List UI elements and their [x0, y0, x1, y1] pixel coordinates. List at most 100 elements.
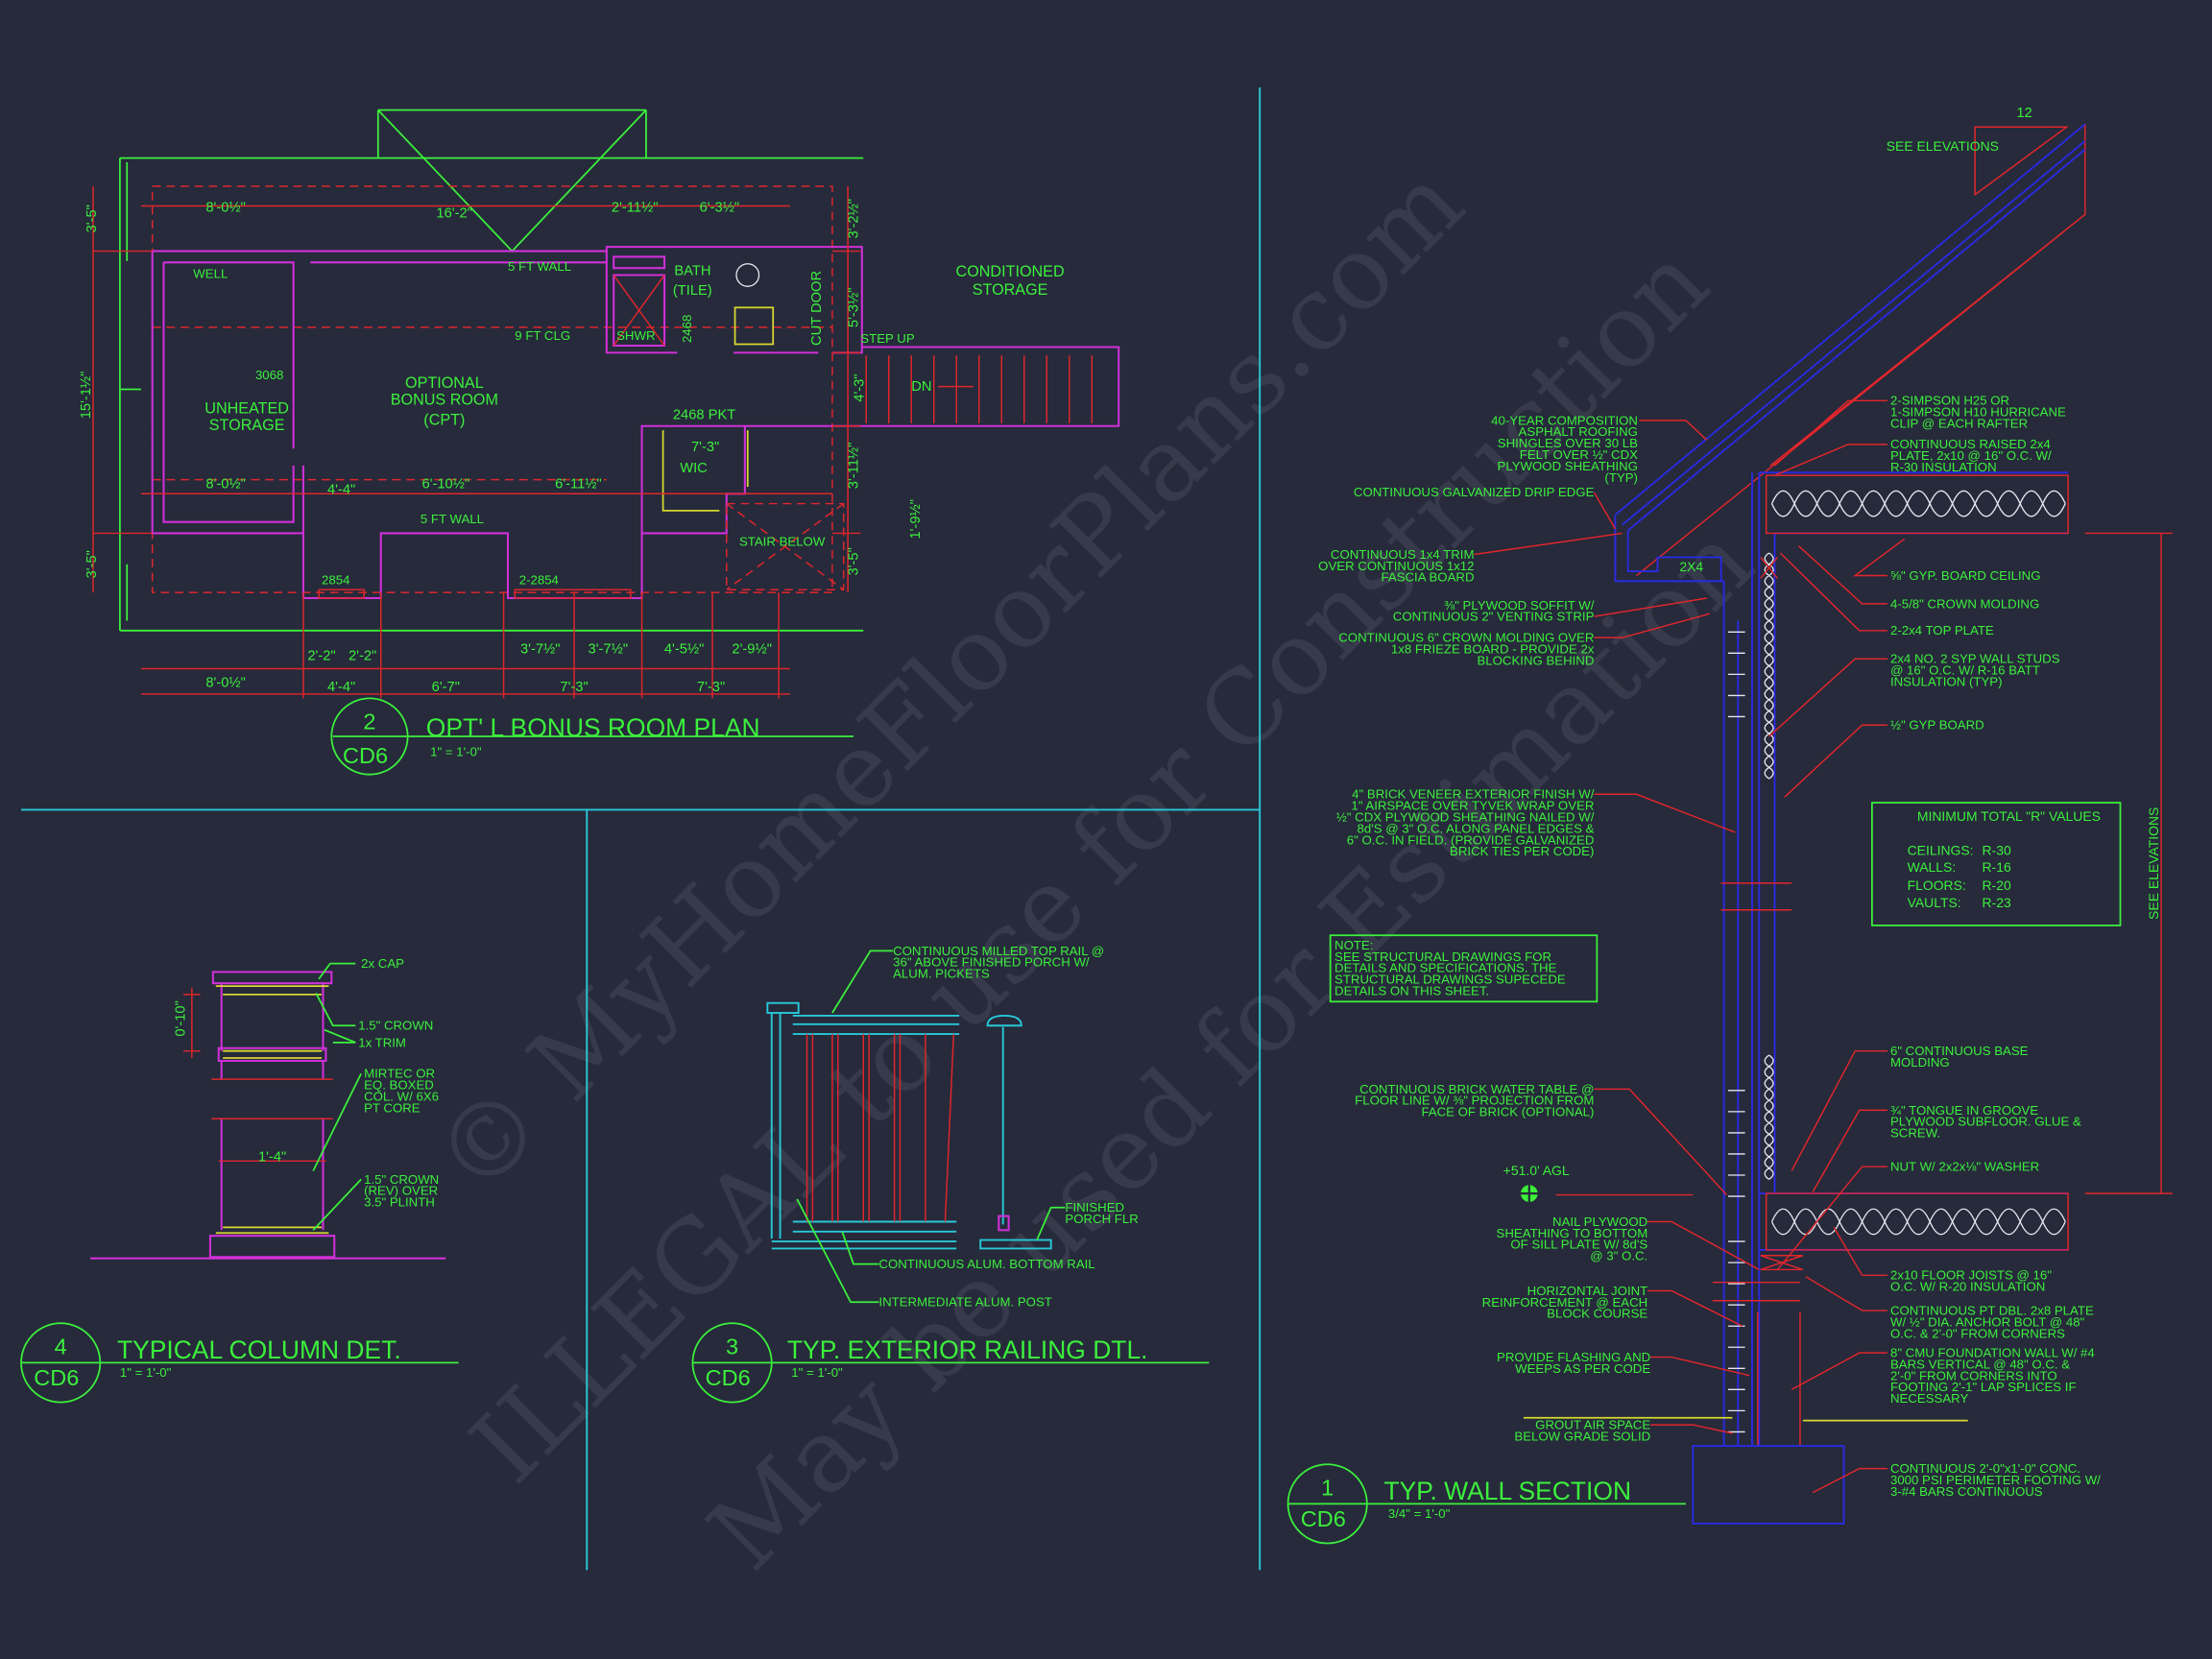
- label-right-nut: NUT W/ 2x2x⅛" WASHER: [1890, 1160, 2039, 1174]
- label-dimensions-0: 8'-0½": [205, 200, 246, 215]
- label-rooms-bonus-room: BONUS ROOM: [391, 392, 498, 409]
- label-labels-cap: 2x CAP: [361, 956, 404, 971]
- label-rooms-unheated: UNHEATED: [204, 400, 289, 418]
- label-dimensions-11: 3'-7½": [589, 641, 628, 657]
- label-left-flashing-line: WEEPS AS PER CODE: [1515, 1361, 1650, 1376]
- ceiling-insulation: [1770, 490, 2066, 517]
- label-left-soffit-line: CONTINUOUS 2" VENTING STRIP: [1393, 610, 1595, 624]
- label-1-0: WALLS:: [1908, 859, 1957, 875]
- label-left-nail-line: @ 3" O.C.: [1590, 1249, 1647, 1263]
- label-dimensions-10: 3'-7½": [520, 641, 561, 657]
- label-rooms-storage: STORAGE: [209, 417, 285, 434]
- label-vertical-dimensions-7: 3'-5": [846, 547, 861, 575]
- column-scale: 1" = 1'-0": [120, 1365, 172, 1380]
- wall-section-scale: 3/4" = 1'-0": [1388, 1506, 1451, 1521]
- plan-callout-number: 2: [363, 709, 375, 734]
- wall-insulation: [1764, 552, 1774, 1180]
- label-left-grout-line: BELOW GRADE SOLID: [1514, 1429, 1650, 1443]
- label-right-joists-line: O.C. W/ R-20 INSULATION: [1890, 1280, 2045, 1294]
- label-rooms-pkt: 2468 PKT: [673, 407, 735, 422]
- label-dimensions-3: 6'-3½": [700, 200, 740, 215]
- label-dimensions-5: 4'-4": [327, 482, 355, 497]
- label-rooms-door-3068: 3068: [255, 368, 283, 382]
- label-dimensions-17: 7'-3": [560, 680, 588, 695]
- label-dimensions-4: 8'-0½": [205, 476, 246, 492]
- label-dimensions-18: 7'-3": [697, 680, 725, 695]
- floor-insulation: [1770, 1208, 2066, 1236]
- label-right-top-plate: 2-2x4 TOP PLATE: [1890, 623, 1994, 637]
- label-rooms-conditioned-storage: STORAGE: [973, 281, 1048, 299]
- label-dimensions-7: 6'-11½": [555, 476, 602, 492]
- railing-callout-number: 3: [726, 1334, 738, 1359]
- label-left-water-table-line: FACE OF BRICK (OPTIONAL): [1421, 1105, 1594, 1119]
- label-vertical-dimensions-5: 4'-3": [852, 373, 867, 401]
- label-labels-boxed-line: PT CORE: [364, 1100, 421, 1115]
- label-rooms-conditioned: CONDITIONED: [956, 263, 1065, 280]
- plan-callout-sheet: CD6: [343, 743, 388, 768]
- label-dimensions-14: 8'-0½": [205, 676, 246, 691]
- label-vertical-dimensions-4: 5'-3½": [846, 288, 861, 327]
- label-right-gyp-ceiling: ⅝" GYP. BOARD CEILING: [1890, 568, 2041, 583]
- label-right-studs-line: INSULATION (TYP): [1890, 674, 2003, 688]
- plan-scale: 1" = 1'-0": [430, 745, 482, 759]
- label-2-0: FLOORS:: [1908, 878, 1966, 893]
- label-rooms-five-ft-wall-top: 5 FT WALL: [508, 259, 571, 274]
- label-r-values-title: MINIMUM TOTAL "R" VALUES: [1917, 808, 2101, 824]
- label-dimensions-15: 4'-4": [327, 680, 355, 695]
- label-rooms-five-ft-wall-bottom: 5 FT WALL: [421, 512, 484, 526]
- label-dimensions-16: 6'-7": [432, 680, 460, 695]
- label-labels-crown: 1.5" CROWN: [358, 1019, 433, 1033]
- column-title: TYPICAL COLUMN DET.: [117, 1335, 401, 1364]
- label-vertical-dimensions-6: 3'-11½": [846, 443, 861, 490]
- label-0-1: R-30: [1982, 842, 2010, 857]
- label-wall-section-pitch: 12: [2016, 106, 2032, 121]
- label-labels-bottom-rail: CONTINUOUS ALUM. BOTTOM RAIL: [878, 1257, 1094, 1271]
- label-wall-section-note-line: DETAILS ON THIS SHEET.: [1334, 984, 1489, 998]
- plan-title: OPT' L BONUS ROOM PLAN: [426, 713, 760, 742]
- wall-callout-number: 1: [1321, 1476, 1334, 1501]
- label-rooms-step-up: STEP UP: [860, 331, 915, 346]
- label-right-raised-line: R-30 INSULATION: [1890, 460, 1997, 474]
- label-right-footing-line: 3-#4 BARS CONTINUOUS: [1890, 1484, 2043, 1499]
- label-rooms-cut-door: CUT DOOR: [809, 271, 825, 346]
- label-rooms-shwr: SHWR: [616, 328, 655, 343]
- label-labels-porch-flr-line: PORCH FLR: [1065, 1212, 1138, 1226]
- label-vertical-dimensions-8: 1'-9½": [908, 499, 924, 540]
- label-dimensions-13: 2'-9½": [732, 641, 772, 657]
- label-2-1: R-20: [1982, 878, 2010, 893]
- label-dimensions-1: 16'-2": [436, 205, 471, 221]
- label-left-fascia-line: FASCIA BOARD: [1382, 570, 1475, 585]
- label-vertical-dimensions-1: 15'-1½": [79, 372, 94, 420]
- railing-scale: 1" = 1'-0": [791, 1365, 843, 1380]
- column-callout-sheet: CD6: [34, 1365, 79, 1390]
- railing-callout-sheet: CD6: [706, 1365, 751, 1390]
- wall-callout-sheet: CD6: [1301, 1506, 1346, 1531]
- label-dimensions-6: 6'-10½": [421, 476, 469, 492]
- label-rooms-win-2854: 2854: [322, 572, 349, 587]
- column-callout-number: 4: [55, 1334, 67, 1359]
- label-1-1: R-16: [1982, 859, 2010, 875]
- label-wall-section-elevation: +51.0' AGL: [1503, 1163, 1570, 1178]
- label-right-plate-line: O.C. & 2'-0" FROM CORNERS: [1890, 1326, 2065, 1340]
- label-left-roofing-line: (TYP): [1604, 470, 1638, 485]
- label-wall-section-see-elevations: SEE ELEVATIONS: [1887, 138, 1999, 154]
- label-rooms-stair-below: STAIR BELOW: [739, 535, 826, 549]
- label-rooms-wic-dim: 7'-3": [691, 440, 719, 455]
- label-right-base-line: MOLDING: [1890, 1055, 1950, 1070]
- label-rooms-bath: BATH: [674, 264, 710, 279]
- label-rooms-win-2-2854: 2-2854: [519, 572, 559, 587]
- label-right-crown: 4-5/8" CROWN MOLDING: [1890, 596, 2039, 611]
- label-right-simpson-line: CLIP @ EACH RAFTER: [1890, 417, 2028, 431]
- label-rooms-wic: WIC: [680, 461, 708, 476]
- wall-section-title: TYP. WALL SECTION: [1383, 1477, 1631, 1505]
- label-0-0: CEILINGS:: [1908, 842, 1974, 857]
- label-right-subfloor-line: SCREW.: [1890, 1126, 1940, 1141]
- label-wall-section-blocking: 2X4: [1679, 559, 1703, 574]
- label-dimensions-9: 2'-2": [349, 649, 376, 664]
- label-3-0: VAULTS:: [1908, 895, 1961, 910]
- label-rooms-optional: OPTIONAL: [405, 374, 484, 392]
- label-labels-post: INTERMEDIATE ALUM. POST: [878, 1295, 1051, 1310]
- label-vertical-dimensions-3: 3'-2½": [846, 199, 861, 238]
- label-vertical-dimensions-0: 3'-5": [84, 204, 100, 232]
- label-labels-trim: 1x TRIM: [358, 1035, 406, 1049]
